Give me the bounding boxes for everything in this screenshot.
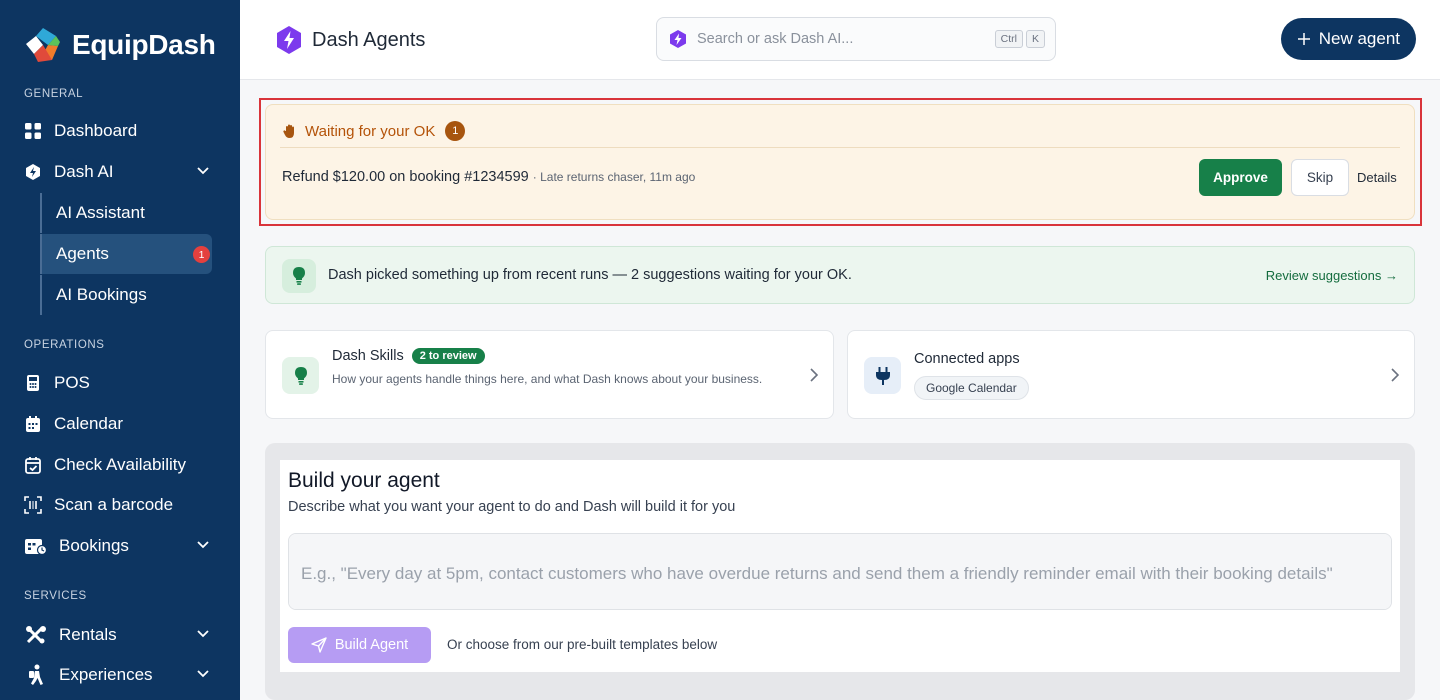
- suggestions-banner: Dash picked something up from recent run…: [265, 246, 1415, 304]
- dash-skills-description: How your agents handle things here, and …: [332, 372, 763, 386]
- approval-item: Refund $120.00 on booking #1234599 · Lat…: [282, 169, 695, 185]
- lightbulb-icon: [282, 357, 319, 394]
- sidebar-item-bookings[interactable]: Bookings: [24, 528, 216, 564]
- lightbulb-icon: [282, 259, 316, 293]
- sidebar-item-label: Rentals: [59, 625, 117, 644]
- skills-review-badge: 2 to review: [411, 348, 485, 364]
- dash-ai-search-icon: [670, 30, 686, 48]
- hand-icon: [283, 124, 294, 138]
- sidebar-item-scan-barcode[interactable]: Scan a barcode: [24, 487, 216, 523]
- shortcut-key-k: K: [1025, 30, 1045, 48]
- build-agent-panel: Build your agent Describe what you want …: [280, 460, 1400, 672]
- app-name: EquipDash: [72, 29, 216, 60]
- sidebar-item-dashboard[interactable]: Dashboard: [24, 113, 216, 149]
- skip-button[interactable]: Skip: [1291, 159, 1349, 196]
- review-suggestions-link[interactable]: Review suggestions →: [1266, 268, 1398, 283]
- sidebar-item-label: Bookings: [59, 536, 129, 555]
- new-agent-button[interactable]: New agent: [1280, 18, 1416, 60]
- plug-icon: [864, 357, 901, 394]
- calendar-icon: [24, 415, 42, 433]
- approval-header: Waiting for your OK 1: [282, 121, 466, 141]
- rentals-icon: [24, 626, 47, 644]
- sidebar-item-label: Dashboard: [54, 121, 138, 140]
- sidebar-item-rentals[interactable]: Rentals: [24, 617, 216, 653]
- section-label-operations: OPERATIONS: [24, 339, 105, 351]
- hiker-icon: [24, 664, 47, 685]
- page-title-group: Dash Agents: [276, 25, 425, 55]
- sidebar-item-dash-ai[interactable]: Dash AI: [24, 154, 216, 190]
- connected-apps-title-row: Connected apps: [914, 351, 1020, 367]
- chevron-down-icon[interactable]: [196, 666, 210, 680]
- chevron-right-icon: [810, 368, 819, 382]
- approval-count-badge: 1: [445, 121, 466, 141]
- sidebar-item-check-availability[interactable]: Check Availability: [24, 447, 216, 483]
- sidebar-item-label: POS: [54, 373, 90, 392]
- send-icon: [311, 637, 327, 653]
- sidebar-item-label: Agents: [56, 244, 109, 263]
- build-agent-subtitle: Describe what you want your agent to do …: [288, 499, 736, 515]
- grid-icon: [24, 122, 42, 140]
- build-agent-button[interactable]: Build Agent: [288, 627, 431, 663]
- connected-apps-title: Connected apps: [914, 351, 1020, 367]
- sidebar-item-calendar[interactable]: Calendar: [24, 406, 216, 442]
- sidebar-item-experiences[interactable]: Experiences: [24, 657, 216, 693]
- sidebar-item-label: Experiences: [59, 665, 153, 684]
- sidebar-item-label: Calendar: [54, 414, 123, 433]
- sidebar-item-label: Dash AI: [54, 162, 114, 181]
- section-label-general: GENERAL: [24, 88, 84, 100]
- templates-hint: Or choose from our pre-built templates b…: [447, 637, 718, 652]
- approval-item-text: Refund $120.00 on booking #1234599: [282, 169, 529, 185]
- approval-divider: [280, 147, 1400, 148]
- sidebar: EquipDash GENERAL Dashboard Dash AI AI A…: [0, 0, 240, 700]
- plus-icon: [1297, 33, 1310, 45]
- suggestions-text: Dash picked something up from recent run…: [328, 267, 852, 283]
- sidebar-item-label: AI Assistant: [56, 203, 145, 222]
- agent-description-input[interactable]: [288, 533, 1392, 610]
- approve-button[interactable]: Approve: [1199, 159, 1282, 196]
- sidebar-item-label: AI Bookings: [56, 285, 147, 304]
- approval-heading: Waiting for your OK: [305, 122, 436, 140]
- build-agent-title: Build your agent: [288, 469, 440, 492]
- sidebar-item-agents[interactable]: Agents 1: [40, 234, 212, 274]
- dash-agents-icon: [277, 26, 301, 54]
- dash-skills-title: Dash Skills: [332, 348, 404, 364]
- new-agent-label: New agent: [1318, 29, 1400, 48]
- chevron-right-icon: [1391, 368, 1400, 382]
- connected-apps-card[interactable]: Connected apps Google Calendar: [847, 330, 1415, 419]
- barcode-scan-icon: [24, 496, 42, 514]
- chevron-down-icon[interactable]: [196, 537, 210, 551]
- shortcut-key-ctrl: Ctrl: [994, 30, 1023, 48]
- agents-count-badge: 1: [193, 246, 210, 263]
- sidebar-item-label: Scan a barcode: [54, 495, 174, 514]
- build-agent-label: Build Agent: [334, 637, 409, 653]
- page-title: Dash Agents: [312, 28, 426, 51]
- dash-skills-title-row: Dash Skills 2 to review: [332, 348, 485, 364]
- bookings-icon: [24, 537, 47, 555]
- app-logo[interactable]: EquipDash: [24, 26, 216, 64]
- sidebar-item-label: Check Availability: [54, 455, 186, 474]
- dash-skills-card[interactable]: Dash Skills 2 to review How your agents …: [265, 330, 834, 419]
- equipdash-logo-icon: [26, 28, 60, 62]
- pos-terminal-icon: [24, 374, 42, 392]
- calendar-check-icon: [24, 456, 42, 474]
- details-link[interactable]: Details: [1357, 170, 1397, 185]
- keyboard-shortcut: Ctrl K: [994, 30, 1045, 48]
- section-label-services: SERVICES: [24, 590, 87, 602]
- connected-app-chip: Google Calendar: [914, 376, 1029, 400]
- search-input[interactable]: [697, 31, 967, 47]
- chevron-up-icon[interactable]: [196, 163, 210, 177]
- dash-ai-icon: [24, 163, 42, 181]
- approval-card: Waiting for your OK 1 Refund $120.00 on …: [265, 104, 1415, 220]
- sidebar-item-pos[interactable]: POS: [24, 365, 216, 401]
- sidebar-item-ai-bookings[interactable]: AI Bookings: [40, 275, 212, 315]
- approval-item-meta: · Late returns chaser, 11m ago: [532, 170, 696, 184]
- top-bar: Dash Agents Ctrl K New agent: [240, 0, 1440, 80]
- search-box[interactable]: Ctrl K: [656, 17, 1056, 61]
- sidebar-item-ai-assistant[interactable]: AI Assistant: [40, 193, 212, 233]
- chevron-down-icon[interactable]: [196, 626, 210, 640]
